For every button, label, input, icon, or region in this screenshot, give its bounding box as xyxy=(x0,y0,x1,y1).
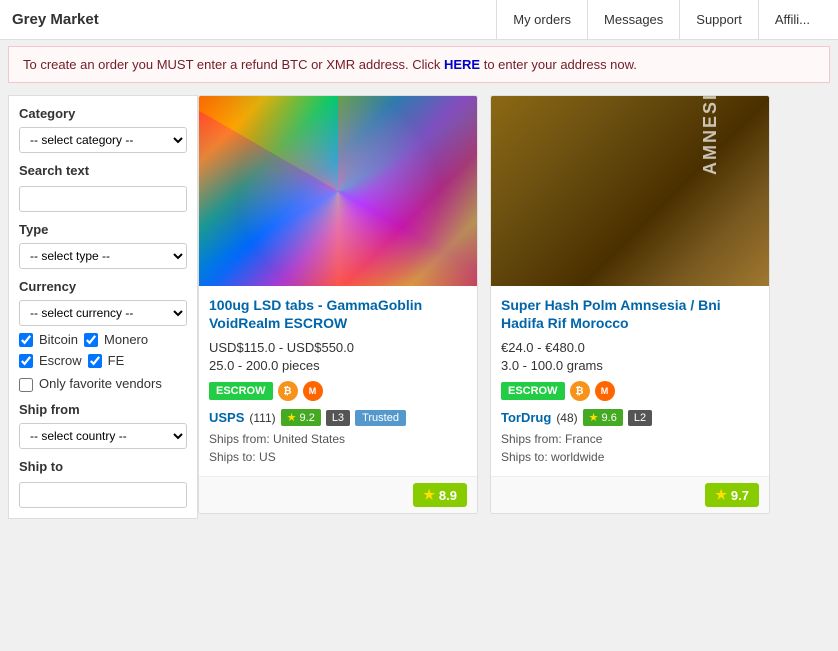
only-fav-row: Only favorite vendors xyxy=(19,376,187,392)
ship-to-input[interactable] xyxy=(19,482,187,508)
only-fav-checkbox[interactable] xyxy=(19,378,33,392)
product-card-hash: Super Hash Polm Amnsesia / Bni Hadifa Ri… xyxy=(490,95,770,514)
rating-value-hash: 9.6 xyxy=(602,412,617,424)
xmr-icon-hash: M xyxy=(595,381,615,401)
score-badge-hash: ★ 9.7 xyxy=(705,483,759,507)
category-select[interactable]: -- select category -- xyxy=(19,127,187,153)
vendor-name-lsd[interactable]: USPS xyxy=(209,410,244,425)
product-body-lsd: 100ug LSD tabs - GammaGoblin VoidRealm E… xyxy=(199,286,477,476)
escrow-checkbox-row: Escrow FE xyxy=(19,353,187,368)
level-badge-lsd: L3 xyxy=(326,410,350,426)
xmr-icon: M xyxy=(303,381,323,401)
ship-from-label: Ship from xyxy=(19,402,187,417)
rating-value-lsd: 9.2 xyxy=(300,412,315,424)
fe-checkbox[interactable] xyxy=(88,354,102,368)
product-image-lsd xyxy=(199,96,477,286)
score-star-lsd: ★ xyxy=(423,487,435,503)
ships-from-hash: Ships from: France xyxy=(501,430,759,448)
vendor-count-hash: (48) xyxy=(556,411,577,425)
search-input[interactable] xyxy=(19,186,187,212)
nav-support[interactable]: Support xyxy=(679,0,758,40)
vendor-row-hash: TorDrug (48) ★ 9.6 L2 xyxy=(501,409,759,426)
ship-to-label: Ship to xyxy=(19,459,187,474)
product-footer-lsd: ★ 8.9 xyxy=(199,476,477,513)
level-badge-hash: L2 xyxy=(628,410,652,426)
alert-link[interactable]: HERE xyxy=(444,57,480,72)
logo: Grey Market xyxy=(12,11,99,28)
ships-from-lsd: Ships from: United States xyxy=(209,430,467,448)
bitcoin-checkbox-row: Bitcoin Monero xyxy=(19,332,187,347)
nav-affili[interactable]: Affili... xyxy=(758,0,826,40)
escrow-badge-lsd: ESCROW xyxy=(209,382,273,400)
product-badges-lsd: ESCROW ₿ M xyxy=(209,381,467,401)
product-title-hash[interactable]: Super Hash Polm Amnsesia / Bni Hadifa Ri… xyxy=(501,296,759,332)
product-title-lsd[interactable]: 100ug LSD tabs - GammaGoblin VoidRealm E… xyxy=(209,296,467,332)
ships-to-hash: Ships to: worldwide xyxy=(501,448,759,466)
btc-icon-hash: ₿ xyxy=(570,381,590,401)
trusted-badge-lsd: Trusted xyxy=(355,410,406,426)
ships-to-lsd: Ships to: US xyxy=(209,448,467,466)
nav-messages[interactable]: Messages xyxy=(587,0,679,40)
product-price-lsd: USD$115.0 - USD$550.0 xyxy=(209,340,467,355)
vendor-name-hash[interactable]: TorDrug xyxy=(501,410,551,425)
star-icon-lsd: ★ xyxy=(287,411,297,424)
bitcoin-checkbox[interactable] xyxy=(19,333,33,347)
vendor-row-lsd: USPS (111) ★ 9.2 L3 Trusted xyxy=(209,409,467,426)
score-badge-lsd: ★ 8.9 xyxy=(413,483,467,507)
escrow-checkbox[interactable] xyxy=(19,354,33,368)
rating-badge-lsd: ★ 9.2 xyxy=(281,409,321,426)
star-icon-hash: ★ xyxy=(589,411,599,424)
product-price-hash: €24.0 - €480.0 xyxy=(501,340,759,355)
product-image-hash xyxy=(491,96,769,286)
fe-label: FE xyxy=(108,353,125,368)
alert-banner: To create an order you MUST enter a refu… xyxy=(8,46,830,83)
product-quantity-lsd: 25.0 - 200.0 pieces xyxy=(209,358,467,373)
vendor-count-lsd: (111) xyxy=(249,411,275,425)
product-quantity-hash: 3.0 - 100.0 grams xyxy=(501,358,759,373)
only-fav-label: Only favorite vendors xyxy=(39,376,162,391)
products-area: 100ug LSD tabs - GammaGoblin VoidRealm E… xyxy=(198,95,830,519)
header: Grey Market My orders Messages Support A… xyxy=(0,0,838,40)
nav-my-orders[interactable]: My orders xyxy=(496,0,587,40)
alert-text-after: to enter your address now. xyxy=(480,57,637,72)
ships-info-hash: Ships from: France Ships to: worldwide xyxy=(501,430,759,466)
alert-text-before: To create an order you MUST enter a refu… xyxy=(23,57,444,72)
category-label: Category xyxy=(19,106,187,121)
product-card-lsd: 100ug LSD tabs - GammaGoblin VoidRealm E… xyxy=(198,95,478,514)
main-layout: Category -- select category -- Search te… xyxy=(0,89,838,525)
escrow-badge-hash: ESCROW xyxy=(501,382,565,400)
product-badges-hash: ESCROW ₿ M xyxy=(501,381,759,401)
rating-badge-hash: ★ 9.6 xyxy=(583,409,623,426)
score-value-hash: 9.7 xyxy=(731,488,749,503)
nav: My orders Messages Support Affili... xyxy=(496,0,826,40)
bitcoin-label: Bitcoin xyxy=(39,332,78,347)
currency-select[interactable]: -- select currency -- xyxy=(19,300,187,326)
escrow-label: Escrow xyxy=(39,353,82,368)
product-body-hash: Super Hash Polm Amnsesia / Bni Hadifa Ri… xyxy=(491,286,769,476)
ships-info-lsd: Ships from: United States Ships to: US xyxy=(209,430,467,466)
score-star-hash: ★ xyxy=(715,487,727,503)
ship-from-select[interactable]: -- select country -- xyxy=(19,423,187,449)
score-value-lsd: 8.9 xyxy=(439,488,457,503)
monero-checkbox[interactable] xyxy=(84,333,98,347)
btc-icon: ₿ xyxy=(278,381,298,401)
sidebar: Category -- select category -- Search te… xyxy=(8,95,198,519)
search-label: Search text xyxy=(19,163,187,178)
currency-label: Currency xyxy=(19,279,187,294)
type-label: Type xyxy=(19,222,187,237)
type-select[interactable]: -- select type -- xyxy=(19,243,187,269)
monero-label: Monero xyxy=(104,332,148,347)
product-footer-hash: ★ 9.7 xyxy=(491,476,769,513)
